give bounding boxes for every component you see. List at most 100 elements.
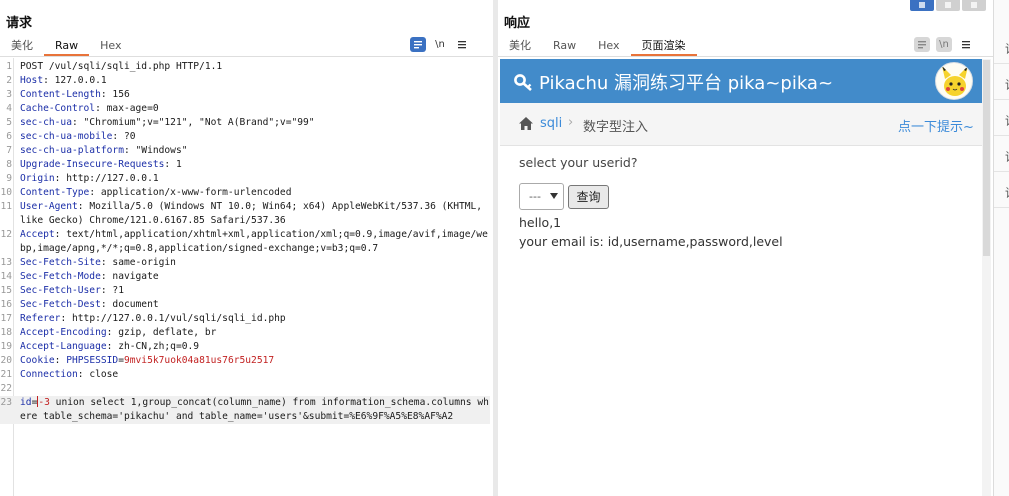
request-line: 7 sec-ch-ua-platform: "Windows": [0, 144, 490, 158]
response-pane: 响应 美化 Raw Hex 页面渲染 \n Pikachu 漏洞练习平台 pik…: [498, 0, 993, 496]
result-email: your email is: id,username,password,leve…: [519, 234, 783, 249]
header-value: :: [54, 355, 67, 366]
userid-select[interactable]: ---: [519, 183, 564, 210]
line-number: 22: [0, 383, 12, 394]
header-key: User-Agent: [20, 201, 78, 212]
site-title-text: Pikachu 漏洞练习平台 pika~pika~: [539, 73, 834, 94]
header-key: Sec-Fetch-Dest: [20, 299, 101, 310]
pikachu-avatar-icon: [942, 66, 968, 96]
home-icon[interactable]: [518, 116, 534, 131]
breadcrumb: sqli › 数字型注入 点一下提示~: [500, 103, 982, 146]
header-value: : same-origin: [100, 257, 176, 268]
layout-side-by-side-icon[interactable]: [910, 0, 934, 11]
header-key: Content-Length: [20, 89, 101, 100]
header-key: Sec-Fetch-User: [20, 285, 101, 296]
side-strip: 请 请 请 请 请: [993, 0, 1009, 496]
request-tab-raw[interactable]: Raw: [44, 36, 90, 56]
request-line: 6 sec-ch-ua-mobile: ?0: [0, 130, 490, 144]
query-button[interactable]: 查询: [568, 185, 609, 209]
menu-icon[interactable]: [958, 37, 974, 52]
side-strip-item[interactable]: 请: [994, 106, 1009, 136]
request-pane: 请求 美化 Raw Hex \n 1 POST /vul/sqli/sqli_id…: [0, 0, 493, 496]
side-strip-item[interactable]: 请: [994, 178, 1009, 208]
request-line: 4 Cache-Control: max-age=0: [0, 102, 490, 116]
highlighted-value: 9mvi5k7uok04a81us76r5u2517: [123, 355, 275, 366]
response-scrollbar[interactable]: [982, 59, 991, 496]
request-toolbar: \n: [410, 37, 470, 52]
header-key: Connection: [20, 369, 78, 380]
breadcrumb-link-sqli[interactable]: sqli: [540, 116, 562, 131]
request-line: 5 sec-ch-ua: "Chromium";v="121", "Not A(B…: [0, 116, 490, 130]
response-scrollbar-thumb[interactable]: [983, 60, 990, 256]
line-number: 17: [0, 313, 12, 324]
header-value: : "Chromium";v="121", "Not A(Brand";v="9…: [71, 117, 315, 128]
header-value: : zh-CN,zh;q=0.9: [106, 341, 200, 352]
header-key: sec-ch-ua-mobile: [20, 131, 113, 142]
request-line: 22: [0, 382, 490, 396]
line-number: 19: [0, 341, 12, 352]
request-line: 12 Accept: text/html,application/xhtml+xm…: [0, 228, 490, 256]
side-strip-item[interactable]: 请: [994, 142, 1009, 172]
request-line: 3 Content-Length: 156: [0, 88, 490, 102]
header-value: : text/html,application/xhtml+xml,applic…: [20, 229, 488, 254]
request-line: 15 Sec-Fetch-User: ?1: [0, 284, 490, 298]
avatar[interactable]: [935, 62, 973, 100]
line-number: 1: [6, 61, 12, 72]
request-tab-pretty[interactable]: 美化: [0, 36, 44, 56]
request-editor[interactable]: 1 POST /vul/sqli/sqli_id.php HTTP/1.1 2 Hos…: [0, 58, 493, 496]
line-number: 7: [6, 145, 12, 156]
line-number: 12: [0, 229, 12, 240]
highlighted-value: -3: [38, 397, 50, 408]
header-key: Accept-Language: [20, 341, 107, 352]
response-tab-render[interactable]: 页面渲染: [630, 36, 697, 56]
wrap-lines-icon[interactable]: [914, 37, 930, 52]
request-tab-hex[interactable]: Hex: [89, 36, 132, 56]
line-number: 11: [0, 201, 12, 212]
line-number: 14: [0, 271, 12, 282]
layout-stacked-icon[interactable]: [936, 0, 960, 11]
response-title: 响应: [504, 16, 531, 31]
side-strip-item[interactable]: 请: [994, 70, 1009, 100]
response-tab-raw[interactable]: Raw: [542, 36, 587, 56]
line-number: 8: [6, 159, 12, 170]
newline-toggle-button[interactable]: \n: [936, 37, 952, 52]
layout-tabs-icon[interactable]: [962, 0, 986, 11]
menu-icon[interactable]: [454, 37, 470, 52]
request-line: 20 Cookie: PHPSESSID=9mvi5k7uok04a81us76r…: [0, 354, 490, 368]
request-line: 13 Sec-Fetch-Site: same-origin: [0, 256, 490, 270]
header-value: : Mozilla/5.0 (Windows NT 10.0; Win64; x…: [20, 201, 488, 226]
line-number: 10: [0, 187, 12, 198]
line-number: 13: [0, 257, 12, 268]
header-value: : application/x-www-form-urlencoded: [89, 187, 292, 198]
response-tabbar: 美化 Raw Hex 页面渲染: [498, 36, 697, 56]
response-tab-hex[interactable]: Hex: [587, 36, 630, 56]
header-value: : close: [77, 369, 119, 380]
wrap-lines-icon[interactable]: [410, 37, 426, 52]
header-key: PHPSESSID: [66, 355, 119, 366]
header-value: POST /vul/sqli/sqli_id.php HTTP/1.1: [20, 61, 223, 72]
header-key: Upgrade-Insecure-Requests: [20, 159, 165, 170]
newline-toggle-button[interactable]: \n: [432, 37, 448, 52]
response-tab-pretty[interactable]: 美化: [498, 36, 542, 56]
header-key: Accept-Encoding: [20, 327, 107, 338]
chevron-down-icon: [550, 193, 558, 199]
header-value: : ?1: [100, 285, 124, 296]
request-line: 17 Referer: http://127.0.0.1/vul/sqli/sql…: [0, 312, 490, 326]
header-key: Sec-Fetch-Site: [20, 257, 101, 268]
line-number: 23: [0, 397, 12, 408]
layout-switcher: [910, 0, 986, 11]
side-strip-item[interactable]: 请: [994, 34, 1009, 64]
line-number: 5: [6, 117, 12, 128]
header-key: id: [20, 397, 32, 408]
chevron-right-icon: ›: [568, 115, 574, 130]
request-line: 11 User-Agent: Mozilla/5.0 (Windows NT 10…: [0, 200, 490, 228]
line-number: 4: [6, 103, 12, 114]
request-line: 2 Host: 127.0.0.1: [0, 74, 490, 88]
header-value: union select 1,group_concat(column_name)…: [20, 397, 489, 422]
line-number: 2: [6, 75, 12, 86]
hint-link[interactable]: 点一下提示~: [898, 116, 974, 135]
header-value: : navigate: [100, 271, 159, 282]
header-key: Cache-Control: [20, 103, 96, 114]
line-number: 18: [0, 327, 12, 338]
request-line: 19 Accept-Language: zh-CN,zh;q=0.9: [0, 340, 490, 354]
